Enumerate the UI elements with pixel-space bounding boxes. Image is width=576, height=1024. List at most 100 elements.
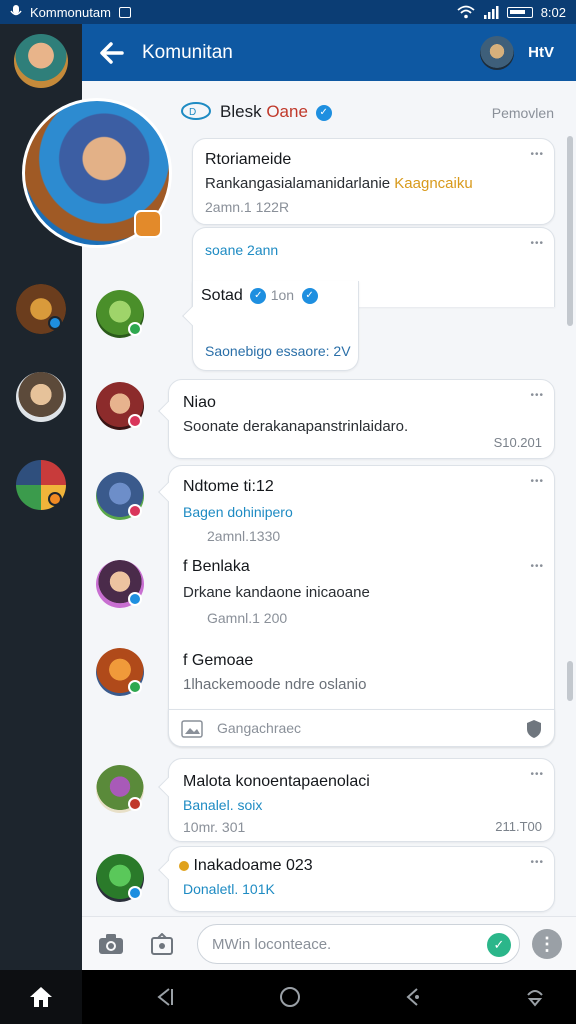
microphone-icon	[10, 5, 22, 16]
clock: 8:02	[540, 4, 566, 20]
message-text: Soonate derakanapanstrinlaidaro.	[183, 418, 409, 435]
avatar-badge	[128, 680, 142, 694]
camera-icon[interactable]	[98, 933, 124, 955]
top-post-author: Blesk Oane ✓	[220, 102, 332, 122]
header-label[interactable]: HtV	[528, 44, 554, 61]
nav-recents-icon	[406, 988, 419, 1006]
message-link[interactable]: Bagen dohinipero	[183, 504, 293, 520]
avatar-badge	[128, 322, 142, 336]
home-button[interactable]	[0, 970, 82, 1024]
community-logo-icon: D	[181, 102, 211, 120]
message-author: Ndtome ti:12	[183, 478, 274, 495]
message-author-tag: 1on	[270, 287, 295, 303]
gallery-icon	[181, 720, 203, 738]
rail-avatar-3[interactable]	[16, 372, 66, 422]
message-text: 1lhackemoode ndre oslanio	[183, 676, 367, 693]
battery-icon	[506, 6, 533, 18]
message-author: f Gemoae	[183, 652, 254, 669]
more-icon[interactable]: ⋮	[532, 929, 562, 959]
avatar-badge	[128, 414, 142, 428]
message-author: Sotad ✓ 1on ✓	[201, 287, 318, 305]
message-sub: Saonebigo essaore: 2V	[205, 343, 351, 359]
card-menu-icon[interactable]: •••	[530, 561, 544, 572]
message-author: Inakadoame 023	[179, 857, 313, 875]
message-body: Rankangasialamanidarlanie	[205, 175, 391, 192]
message-card-6[interactable]: ••• Inakadoame 023 Donaletl. 101K	[168, 846, 555, 912]
card-menu-icon[interactable]: •••	[530, 857, 544, 868]
message-text: Rankangasialamanidarlanie Kaagncaiku	[205, 175, 473, 192]
top-post-tag: Oane	[266, 102, 308, 121]
gallery-icon[interactable]	[150, 933, 174, 955]
message-link[interactable]: Donaletl. 101K	[183, 881, 275, 897]
message-composer: MWin loconteace. ✓ ⋮	[82, 916, 576, 970]
emoji-icon	[179, 860, 189, 871]
rotate-icon	[527, 990, 543, 1007]
nav-home-icon	[280, 987, 300, 1007]
signal-icon	[483, 6, 499, 19]
message-time: 211.T00	[495, 819, 542, 834]
message-link[interactable]: soane 2ann	[205, 242, 278, 258]
notification-icon	[118, 6, 131, 18]
reply-action-row[interactable]: Gangachraec	[168, 709, 555, 747]
message-card-2-inner[interactable]: Sotad ✓ 1on ✓ Saonebigo essaore: 2V	[192, 281, 359, 371]
top-post-action[interactable]: Pemovlen	[492, 105, 554, 121]
message-meta: 2amnl.1330	[207, 528, 281, 544]
reply-action-label[interactable]: Gangachraec	[217, 720, 301, 736]
status-bar: Kommonutam 8:02	[0, 0, 576, 24]
back-arrow-icon	[100, 41, 124, 64]
message-highlight: Kaagncaiku	[394, 175, 473, 192]
message-card-3[interactable]: ••• Niao Soonate derakanapanstrinlaidaro…	[168, 379, 555, 459]
message-author: f Benlaka	[183, 558, 250, 575]
message-meta: Gamnl.1 200	[207, 610, 288, 626]
avatar-badge	[128, 797, 142, 811]
wifi-icon	[457, 5, 475, 19]
svg-text:D: D	[189, 107, 196, 118]
message-input[interactable]: MWin loconteace. ✓	[197, 924, 520, 964]
app-header: Komunitan HtV	[82, 24, 576, 81]
nav-home-button[interactable]	[277, 984, 303, 1010]
home-icon	[30, 987, 52, 1007]
header-avatar[interactable]	[480, 35, 515, 70]
message-input-placeholder: MWin loconteace.	[212, 936, 332, 953]
nav-rotate-button[interactable]	[522, 984, 548, 1010]
card-menu-icon[interactable]: •••	[530, 390, 544, 401]
avatar-badge	[128, 504, 142, 518]
message-card-4[interactable]: ••• Ndtome ti:12 Bagen dohinipero 2amnl.…	[168, 465, 555, 747]
message-author: Malota konoentapaenolaci	[183, 773, 370, 790]
message-author-name: Inakadoame 023	[193, 857, 313, 874]
scrollbar-thumb-lower[interactable]	[567, 661, 573, 701]
shield-icon[interactable]	[526, 719, 542, 739]
message-time: S10.201	[493, 435, 542, 450]
card-menu-icon[interactable]: •••	[530, 476, 544, 487]
message-card-1[interactable]: ••• Rtoriameide Rankangasialamanidarlani…	[192, 138, 555, 225]
nav-back-icon	[157, 988, 173, 1006]
message-author-name: Sotad	[201, 287, 243, 304]
avatar-badge	[128, 886, 142, 900]
rail-avatar-1[interactable]	[14, 34, 68, 88]
verified-icon: ✓	[301, 287, 318, 304]
message-text: Drkane kandaone inicaoane	[183, 584, 370, 601]
message-author: Niao	[183, 394, 216, 411]
send-icon[interactable]: ✓	[487, 933, 511, 957]
page-title: Komunitan	[142, 41, 233, 63]
message-card-5[interactable]: ••• Malota konoentapaenolaci Banalel. so…	[168, 758, 555, 842]
message-meta: 10mr. 301	[183, 819, 246, 835]
scrollbar-thumb[interactable]	[567, 136, 573, 326]
carrier-label: Kommonutam	[30, 4, 111, 20]
featured-badge	[134, 210, 162, 238]
message-author: Rtoriameide	[205, 151, 292, 168]
back-button[interactable]	[82, 41, 142, 64]
system-nav-bar	[0, 970, 576, 1024]
avatar-badge	[128, 592, 142, 606]
card-menu-icon[interactable]: •••	[530, 769, 544, 780]
verified-icon: ✓	[250, 287, 267, 304]
message-link[interactable]: Banalel. soix	[183, 797, 262, 813]
top-post-name: Blesk	[220, 102, 262, 121]
rail-badge-4	[48, 492, 62, 506]
rail-badge-2	[48, 316, 62, 330]
card-menu-icon[interactable]: •••	[530, 149, 544, 160]
nav-back-button[interactable]	[152, 984, 178, 1010]
message-meta: 2amn.1 122R	[205, 199, 290, 215]
card-menu-icon[interactable]: •••	[530, 238, 544, 249]
nav-share-button[interactable]	[400, 984, 426, 1010]
